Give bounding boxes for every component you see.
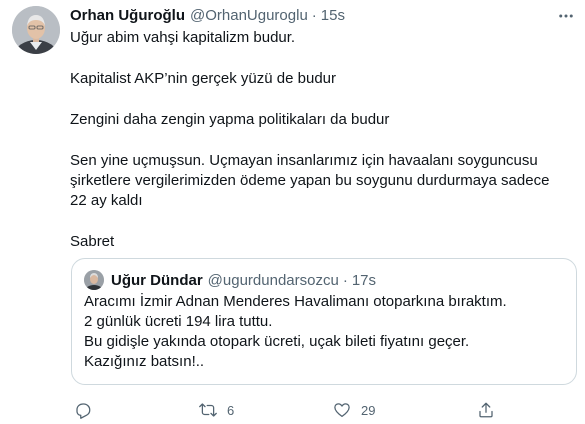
separator-dot: · (311, 6, 317, 24)
tweet-line: Kapitalist AKP’nin gerçek yüzü de budur (70, 70, 336, 87)
tweet-actions: 6 29 (70, 398, 500, 422)
tweet[interactable]: Orhan Uğuroğlu @OrhanUguroglu · 15s Uğur… (0, 0, 585, 424)
tweet-line: Sabret (70, 233, 115, 250)
quoted-tweet-time[interactable]: 17s (352, 272, 376, 289)
heart-icon (334, 403, 350, 418)
tweet-line: Zengini daha zengin yapma politikaları d… (70, 111, 390, 128)
share-icon (479, 402, 493, 418)
tweet-line: Sen yine uçmuşsun. Uçmayan insanlarımız … (70, 152, 550, 209)
quoted-tweet-header: Uğur Dündar @ugurdundarsozcu · 17s (111, 270, 376, 290)
quoted-tweet[interactable]: Uğur Dündar @ugurdundarsozcu · 17s Aracı… (71, 258, 577, 385)
quoted-line: Kazığınız batsın!.. (84, 353, 205, 370)
retweet-count: 6 (227, 402, 235, 418)
quoted-author-avatar[interactable] (84, 270, 104, 290)
tweet-text: Uğur abim vahşi kapitalizm budur. Kapita… (70, 28, 570, 252)
author-handle[interactable]: @OrhanUguroglu (190, 7, 308, 24)
quoted-line: Bu gidişle yakında otopark ücreti, uçak … (84, 333, 470, 350)
retweet-icon (199, 403, 217, 417)
quoted-line: 2 günlük ücreti 194 lira tuttu. (84, 313, 273, 330)
quoted-author-handle[interactable]: @ugurdundarsozcu (208, 272, 339, 289)
author-name[interactable]: Orhan Uğuroğlu (70, 7, 185, 24)
share-button[interactable] (477, 398, 495, 422)
more-options-button[interactable] (556, 6, 576, 26)
tweet-time[interactable]: 15s (321, 7, 345, 24)
tweet-line: Uğur abim vahşi kapitalizm budur. (70, 29, 296, 46)
quoted-tweet-text: Aracımı İzmir Adnan Menderes Havalimanı … (84, 292, 564, 372)
tweet-header: Orhan Uğuroğlu @OrhanUguroglu · 15s (70, 5, 345, 25)
reply-icon (76, 403, 91, 419)
separator-dot: · (342, 271, 348, 289)
more-icon (559, 14, 573, 18)
quoted-author-name[interactable]: Uğur Dündar (111, 272, 203, 289)
quoted-line: Aracımı İzmir Adnan Menderes Havalimanı … (84, 293, 507, 310)
reply-button[interactable] (74, 398, 92, 422)
retweet-button[interactable]: 6 (199, 398, 234, 422)
author-avatar[interactable] (12, 6, 60, 54)
like-count: 29 (361, 402, 376, 418)
like-button[interactable]: 29 (333, 398, 375, 422)
